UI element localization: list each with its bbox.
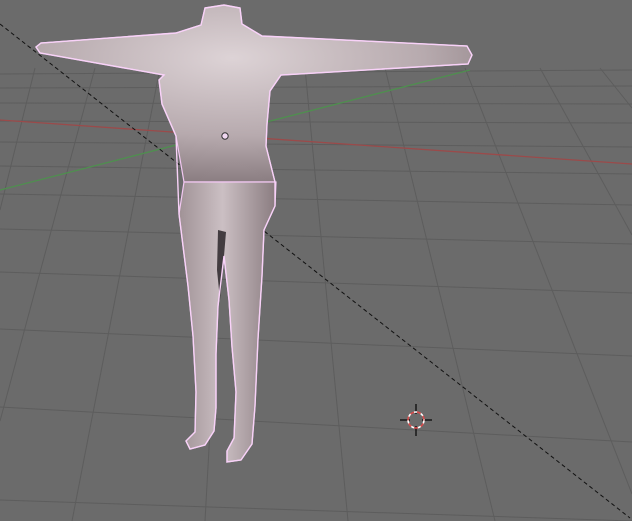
floor-grid bbox=[0, 67, 632, 521]
x-axis-line bbox=[0, 119, 632, 165]
3d-viewport[interactable] bbox=[0, 0, 632, 521]
object-origin-icon[interactable] bbox=[221, 132, 229, 140]
3d-cursor-icon[interactable] bbox=[400, 404, 432, 436]
dashed-guide-line bbox=[0, 23, 631, 519]
viewport-canvas[interactable] bbox=[0, 0, 632, 521]
